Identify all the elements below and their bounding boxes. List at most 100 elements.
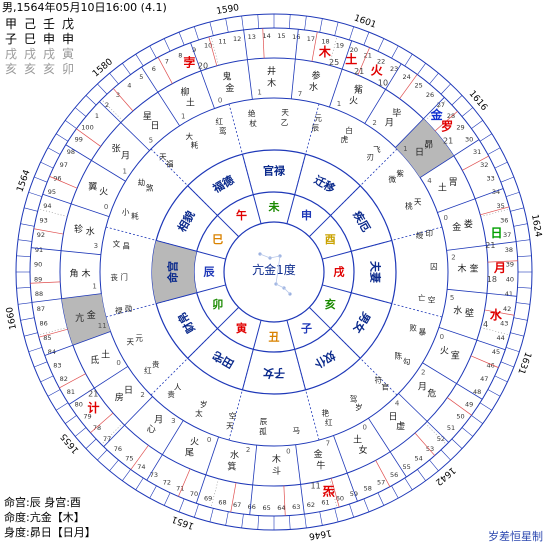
- branch-divider: [196, 284, 226, 294]
- mansion-degree: 3: [94, 242, 98, 250]
- year-mark: 1655: [59, 431, 81, 455]
- branch-name: 子: [301, 322, 312, 335]
- age-label: 8: [178, 51, 182, 59]
- age-tick: [517, 255, 532, 257]
- age-label: 47: [480, 375, 488, 383]
- mansion-divider: [99, 101, 150, 151]
- mansion-name: 氐: [90, 355, 99, 366]
- age-label: 36: [500, 217, 508, 225]
- shensha-text: 耗: [191, 140, 199, 149]
- palace-divider: [351, 239, 392, 252]
- age-label: 87: [37, 305, 45, 313]
- branch-name: 亥: [325, 297, 336, 311]
- shensha-text: 马: [293, 426, 301, 435]
- age-tick: [257, 14, 259, 29]
- shensha-text: 驾: [350, 394, 358, 404]
- age-tick: [510, 332, 524, 337]
- age-tick: [471, 415, 483, 424]
- age-label: 93: [40, 217, 48, 225]
- shensha-text: 陈: [395, 350, 403, 360]
- shensha-text: 耗: [131, 211, 139, 220]
- age-tick: [404, 477, 413, 490]
- age-tick: [28, 347, 43, 353]
- credit-text: 岁差恒星制: [488, 530, 543, 543]
- age-label: 92: [37, 231, 45, 239]
- year-mark: 1624: [529, 214, 543, 239]
- year-mark: 1660: [5, 306, 19, 331]
- age-tick: [16, 255, 31, 257]
- planet-计: 计: [88, 400, 100, 415]
- age-label: 37: [503, 231, 511, 239]
- ming-du-line: 命度:亢金【木】: [4, 511, 85, 524]
- age-label: 49: [465, 401, 473, 409]
- age-label: 78: [93, 424, 101, 432]
- shensha-text: 门: [120, 273, 128, 282]
- age-label: 4: [127, 82, 131, 90]
- shensha-text: 文: [113, 239, 121, 249]
- mansion-degree: 4: [395, 399, 400, 407]
- branch-name: 辰: [204, 266, 216, 279]
- pillar-cell: 戌: [42, 47, 55, 61]
- age-tick: [209, 508, 214, 522]
- age-tick: [363, 32, 370, 46]
- shensha-text: 绶: [416, 230, 424, 240]
- age-label: 82: [60, 375, 68, 383]
- planet-degree: 21: [443, 136, 453, 145]
- age-tick: [334, 22, 339, 36]
- mansion-name: 张: [112, 143, 121, 154]
- shensha-text: 绝: [248, 108, 256, 118]
- mansion-name: 奎: [469, 263, 478, 275]
- mansion-name: 土: [186, 97, 195, 109]
- age-tick: [349, 503, 355, 518]
- pillar-cell: 亥: [23, 62, 36, 76]
- mansion-degree: 0: [218, 96, 222, 104]
- mansion-degree: 1: [337, 100, 341, 108]
- age-tick: [289, 14, 291, 29]
- age-label: 44: [496, 334, 504, 342]
- palace-name: 子女: [263, 367, 285, 381]
- age-tick: [47, 147, 61, 155]
- age-label: 16: [292, 33, 300, 41]
- shensha-text: 太: [195, 408, 203, 418]
- age-tick: [429, 459, 439, 471]
- age-label: 1: [95, 112, 99, 120]
- age-label: 86: [40, 319, 48, 327]
- house-divider-outer: [480, 208, 510, 217]
- mansion-name: 水: [86, 225, 95, 237]
- planet-月: 月: [493, 261, 506, 275]
- pillar-cell: 巳: [23, 32, 36, 46]
- branch-divider: [252, 320, 262, 350]
- mansion-divider: [437, 188, 504, 213]
- planet-木: 木: [318, 44, 332, 59]
- mansion-name: 金: [225, 82, 234, 94]
- shensha-text: 囚: [430, 262, 438, 271]
- mansion-name: 危: [427, 388, 436, 400]
- shensha-text: 暴: [419, 327, 427, 336]
- palace-name: 官禄: [263, 164, 286, 178]
- age-tick: [97, 449, 108, 461]
- age-tick: [404, 54, 413, 67]
- age-tick: [178, 32, 185, 46]
- planet-degree: 21: [88, 389, 98, 398]
- age-tick: [56, 402, 69, 411]
- shensha-text: 元: [135, 333, 143, 342]
- pillars: 甲 己 壬 戊 子 巳 申 申 戌 戌 戌 寅 亥 亥 亥 卯: [4, 17, 75, 77]
- age-tick: [56, 133, 69, 142]
- mansion-name: 娄: [464, 218, 473, 230]
- mansion-degree: 1: [123, 167, 127, 175]
- shensha-text: 贵: [152, 359, 160, 369]
- mansion-degree: 2: [140, 391, 144, 399]
- age-tick: [24, 207, 38, 212]
- mansion-degree: 0: [104, 203, 108, 211]
- shensha-text: 小: [122, 208, 130, 217]
- shensha-text: 空: [229, 411, 237, 421]
- age-tick: [494, 161, 508, 169]
- age-tick: [451, 95, 463, 106]
- mansion-degree: 4: [427, 177, 432, 185]
- age-tick: [40, 161, 54, 169]
- mansion-name: 月: [154, 414, 163, 425]
- mansion-name: 金: [314, 448, 323, 460]
- ming-shen-line: 命宫:辰 身宫:酉: [4, 496, 81, 509]
- mansion-divider: [333, 435, 358, 502]
- mansion-divider: [195, 436, 219, 504]
